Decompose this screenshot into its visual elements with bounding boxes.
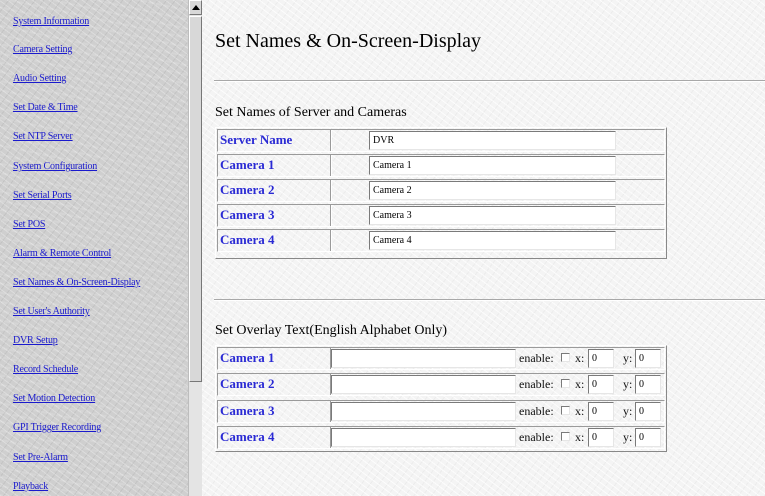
nav-link-audio-setting[interactable]: Audio Setting	[13, 73, 66, 84]
overlay-camera-3-y-input[interactable]	[635, 402, 661, 421]
y-label: y:	[623, 351, 633, 365]
nav-link-set-users-authority[interactable]: Set User's Authority	[13, 306, 90, 317]
scrollbar-thumb[interactable]	[189, 16, 202, 382]
y-label: y:	[623, 377, 633, 391]
divider	[214, 80, 765, 82]
scroll-up-arrow-icon[interactable]	[189, 0, 202, 15]
main-frame: Set Names & On-Screen-Display Set Names …	[202, 0, 765, 496]
y-label: y:	[623, 430, 633, 444]
nav-link-alarm-remote-control[interactable]: Alarm & Remote Control	[13, 248, 111, 259]
table-row: Camera 4 enable: x: y:	[217, 426, 665, 449]
table-row: Camera 4	[217, 229, 665, 252]
cell-divider	[330, 130, 332, 151]
server-name-label: Server Name	[220, 132, 293, 147]
nav-link-set-motion-detection[interactable]: Set Motion Detection	[13, 393, 95, 404]
overlay-camera-4-x-input[interactable]	[588, 428, 614, 447]
nav-link-set-pos[interactable]: Set POS	[13, 219, 45, 230]
cell-divider	[330, 230, 332, 251]
camera-4-name-label: Camera 4	[220, 232, 275, 247]
enable-label: enable:	[519, 404, 554, 418]
overlay-camera-3-x-input[interactable]	[588, 402, 614, 421]
camera-3-name-input[interactable]	[369, 206, 616, 225]
x-label: x:	[575, 351, 585, 365]
overlay-camera-1-y-input[interactable]	[635, 349, 661, 368]
overlay-camera-4-y-input[interactable]	[635, 428, 661, 447]
y-label: y:	[623, 404, 633, 418]
nav-link-playback[interactable]: Playback	[13, 481, 48, 492]
x-label: x:	[575, 430, 585, 444]
names-table: Server Name Camera 1 Camera 2 Camera 3 C…	[215, 127, 667, 259]
cell-divider	[330, 180, 332, 201]
x-label: x:	[575, 377, 585, 391]
nav-link-gpi-trigger-recording[interactable]: GPI Trigger Recording	[13, 422, 101, 433]
nav-link-set-date-time[interactable]: Set Date & Time	[13, 102, 78, 113]
nav-link-set-ntp-server[interactable]: Set NTP Server	[13, 131, 73, 142]
overlay-camera-2-enable-checkbox[interactable]	[561, 379, 570, 388]
enable-label: enable:	[519, 377, 554, 391]
nav-link-dvr-setup[interactable]: DVR Setup	[13, 335, 58, 346]
camera-2-name-input[interactable]	[369, 181, 616, 200]
overlay-camera-2-y-input[interactable]	[635, 375, 661, 394]
camera-4-name-input[interactable]	[369, 231, 616, 250]
overlay-section-title: Set Overlay Text(English Alphabet Only)	[215, 323, 448, 338]
overlay-camera-1-x-input[interactable]	[588, 349, 614, 368]
nav-link-set-names-osd[interactable]: Set Names & On-Screen-Display	[13, 277, 140, 288]
enable-label: enable:	[519, 351, 554, 365]
overlay-camera-2-text-input[interactable]	[331, 375, 516, 394]
cell-divider	[330, 155, 332, 176]
nav-link-set-serial-ports[interactable]: Set Serial Ports	[13, 190, 72, 201]
table-row: Camera 3	[217, 204, 665, 227]
camera-2-name-label: Camera 2	[220, 182, 275, 197]
table-row: Server Name	[217, 129, 665, 152]
table-row: Camera 2 enable: x: y:	[217, 373, 665, 396]
camera-3-name-label: Camera 3	[220, 207, 275, 222]
nav-link-camera-setting[interactable]: Camera Setting	[13, 44, 72, 55]
divider	[214, 299, 765, 301]
nav-link-record-schedule[interactable]: Record Schedule	[13, 364, 78, 375]
overlay-camera-4-label: Camera 4	[220, 429, 275, 444]
x-label: x:	[575, 404, 585, 418]
nav-scrollbar[interactable]	[188, 0, 202, 496]
cell-divider	[330, 205, 332, 226]
overlay-camera-2-label: Camera 2	[220, 376, 275, 391]
nav-frame: System Information Camera Setting Audio …	[0, 0, 188, 496]
table-row: Camera 1 enable: x: y:	[217, 347, 665, 370]
overlay-camera-3-enable-checkbox[interactable]	[561, 406, 570, 415]
camera-1-name-label: Camera 1	[220, 157, 275, 172]
names-section-title: Set Names of Server and Cameras	[215, 105, 407, 120]
overlay-camera-3-text-input[interactable]	[331, 402, 516, 421]
nav-link-set-pre-alarm[interactable]: Set Pre-Alarm	[13, 452, 68, 463]
overlay-camera-1-label: Camera 1	[220, 350, 275, 365]
table-row: Camera 2	[217, 179, 665, 202]
overlay-camera-1-enable-checkbox[interactable]	[561, 353, 570, 362]
overlay-camera-4-enable-checkbox[interactable]	[561, 432, 570, 441]
enable-label: enable:	[519, 430, 554, 444]
overlay-camera-1-text-input[interactable]	[331, 349, 516, 368]
table-row: Camera 3 enable: x: y:	[217, 400, 665, 423]
nav-link-system-information[interactable]: System Information	[13, 16, 89, 27]
nav-link-system-configuration[interactable]: System Configuration	[13, 161, 97, 172]
table-row: Camera 1	[217, 154, 665, 177]
overlay-camera-3-label: Camera 3	[220, 403, 275, 418]
server-name-input[interactable]	[369, 131, 616, 150]
camera-1-name-input[interactable]	[369, 156, 616, 175]
page-title: Set Names & On-Screen-Display	[215, 30, 482, 52]
overlay-camera-2-x-input[interactable]	[588, 375, 614, 394]
overlay-camera-4-text-input[interactable]	[331, 428, 516, 447]
overlay-table: Camera 1 enable: x: y: Camera 2 enable: …	[215, 345, 667, 452]
